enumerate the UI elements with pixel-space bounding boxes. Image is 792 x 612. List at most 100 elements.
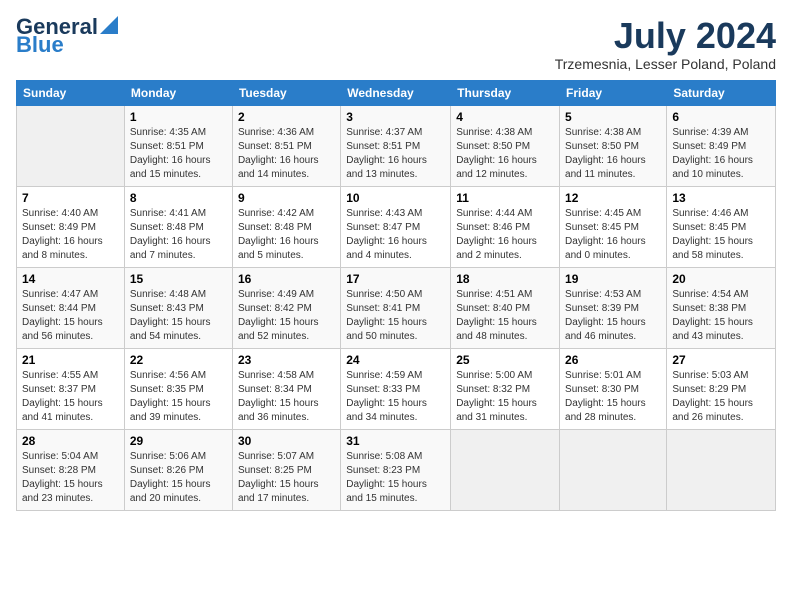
day-cell: 4 Sunrise: 4:38 AM Sunset: 8:50 PM Daylig…	[451, 105, 560, 186]
day-info: Sunrise: 4:42 AM Sunset: 8:48 PM Dayligh…	[238, 207, 335, 263]
day-info: Sunrise: 4:56 AM Sunset: 8:35 PM Dayligh…	[130, 369, 227, 425]
day-cell: 17 Sunrise: 4:50 AM Sunset: 8:41 PM Dayli…	[341, 267, 451, 348]
day-number: 6	[672, 110, 770, 124]
day-number: 30	[238, 434, 335, 448]
day-cell: 21 Sunrise: 4:55 AM Sunset: 8:37 PM Dayli…	[17, 348, 125, 429]
day-info: Sunrise: 4:40 AM Sunset: 8:49 PM Dayligh…	[22, 207, 119, 263]
day-cell: 24 Sunrise: 4:59 AM Sunset: 8:33 PM Dayli…	[341, 348, 451, 429]
day-info: Sunrise: 4:45 AM Sunset: 8:45 PM Dayligh…	[565, 207, 661, 263]
day-info: Sunrise: 4:38 AM Sunset: 8:50 PM Dayligh…	[565, 126, 661, 182]
day-info: Sunrise: 4:44 AM Sunset: 8:46 PM Dayligh…	[456, 207, 554, 263]
day-info: Sunrise: 5:00 AM Sunset: 8:32 PM Dayligh…	[456, 369, 554, 425]
day-number: 21	[22, 353, 119, 367]
day-number: 19	[565, 272, 661, 286]
logo-icon	[100, 16, 118, 34]
day-info: Sunrise: 4:38 AM Sunset: 8:50 PM Dayligh…	[456, 126, 554, 182]
day-info: Sunrise: 4:37 AM Sunset: 8:51 PM Dayligh…	[346, 126, 445, 182]
week-row-1: 1 Sunrise: 4:35 AM Sunset: 8:51 PM Daylig…	[17, 105, 776, 186]
day-info: Sunrise: 4:50 AM Sunset: 8:41 PM Dayligh…	[346, 288, 445, 344]
header-row: SundayMondayTuesdayWednesdayThursdayFrid…	[17, 80, 776, 105]
day-cell: 29Sunrise: 5:06 AM Sunset: 8:26 PM Dayli…	[124, 429, 232, 510]
day-number: 25	[456, 353, 554, 367]
day-cell: 14 Sunrise: 4:47 AM Sunset: 8:44 PM Dayli…	[17, 267, 125, 348]
day-number: 26	[565, 353, 661, 367]
day-info: Sunrise: 4:43 AM Sunset: 8:47 PM Dayligh…	[346, 207, 445, 263]
day-cell: 10 Sunrise: 4:43 AM Sunset: 8:47 PM Dayli…	[341, 186, 451, 267]
day-info: Sunrise: 4:58 AM Sunset: 8:34 PM Dayligh…	[238, 369, 335, 425]
day-number: 16	[238, 272, 335, 286]
day-cell: 16 Sunrise: 4:49 AM Sunset: 8:42 PM Dayli…	[232, 267, 340, 348]
day-number: 20	[672, 272, 770, 286]
day-number: 23	[238, 353, 335, 367]
day-number: 7	[22, 191, 119, 205]
title-area: July 2024 Trzemesnia, Lesser Poland, Pol…	[555, 16, 776, 72]
day-number: 15	[130, 272, 227, 286]
day-cell: 9Sunrise: 4:42 AM Sunset: 8:48 PM Daylig…	[232, 186, 340, 267]
day-number: 31	[346, 434, 445, 448]
day-info: Sunrise: 5:03 AM Sunset: 8:29 PM Dayligh…	[672, 369, 770, 425]
day-number: 1	[130, 110, 227, 124]
day-number: 22	[130, 353, 227, 367]
day-info: Sunrise: 4:47 AM Sunset: 8:44 PM Dayligh…	[22, 288, 119, 344]
day-cell: 5 Sunrise: 4:38 AM Sunset: 8:50 PM Daylig…	[560, 105, 667, 186]
day-cell: 27Sunrise: 5:03 AM Sunset: 8:29 PM Dayli…	[667, 348, 776, 429]
day-info: Sunrise: 5:04 AM Sunset: 8:28 PM Dayligh…	[22, 450, 119, 506]
col-header-monday: Monday	[124, 80, 232, 105]
col-header-wednesday: Wednesday	[341, 80, 451, 105]
day-cell: 22 Sunrise: 4:56 AM Sunset: 8:35 PM Dayli…	[124, 348, 232, 429]
day-number: 24	[346, 353, 445, 367]
week-row-5: 28 Sunrise: 5:04 AM Sunset: 8:28 PM Dayli…	[17, 429, 776, 510]
col-header-saturday: Saturday	[667, 80, 776, 105]
day-cell: 19 Sunrise: 4:53 AM Sunset: 8:39 PM Dayli…	[560, 267, 667, 348]
logo-blue: Blue	[16, 34, 64, 56]
day-info: Sunrise: 4:36 AM Sunset: 8:51 PM Dayligh…	[238, 126, 335, 182]
day-number: 11	[456, 191, 554, 205]
day-cell	[667, 429, 776, 510]
day-number: 28	[22, 434, 119, 448]
day-number: 10	[346, 191, 445, 205]
page-header: General Blue July 2024 Trzemesnia, Lesse…	[16, 16, 776, 72]
day-number: 18	[456, 272, 554, 286]
day-info: Sunrise: 4:39 AM Sunset: 8:49 PM Dayligh…	[672, 126, 770, 182]
day-number: 5	[565, 110, 661, 124]
col-header-friday: Friday	[560, 80, 667, 105]
day-info: Sunrise: 4:59 AM Sunset: 8:33 PM Dayligh…	[346, 369, 445, 425]
day-cell: 11 Sunrise: 4:44 AM Sunset: 8:46 PM Dayli…	[451, 186, 560, 267]
month-title: July 2024	[555, 16, 776, 56]
day-cell: 18 Sunrise: 4:51 AM Sunset: 8:40 PM Dayli…	[451, 267, 560, 348]
day-number: 13	[672, 191, 770, 205]
day-info: Sunrise: 5:08 AM Sunset: 8:23 PM Dayligh…	[346, 450, 445, 506]
day-cell: 6 Sunrise: 4:39 AM Sunset: 8:49 PM Daylig…	[667, 105, 776, 186]
day-cell: 13 Sunrise: 4:46 AM Sunset: 8:45 PM Dayli…	[667, 186, 776, 267]
day-number: 8	[130, 191, 227, 205]
day-info: Sunrise: 4:46 AM Sunset: 8:45 PM Dayligh…	[672, 207, 770, 263]
day-info: Sunrise: 5:07 AM Sunset: 8:25 PM Dayligh…	[238, 450, 335, 506]
day-info: Sunrise: 4:48 AM Sunset: 8:43 PM Dayligh…	[130, 288, 227, 344]
day-info: Sunrise: 5:06 AM Sunset: 8:26 PM Dayligh…	[130, 450, 227, 506]
day-cell: 31 Sunrise: 5:08 AM Sunset: 8:23 PM Dayli…	[341, 429, 451, 510]
day-cell: 7 Sunrise: 4:40 AM Sunset: 8:49 PM Daylig…	[17, 186, 125, 267]
day-cell: 2Sunrise: 4:36 AM Sunset: 8:51 PM Daylig…	[232, 105, 340, 186]
day-info: Sunrise: 4:51 AM Sunset: 8:40 PM Dayligh…	[456, 288, 554, 344]
day-cell: 26Sunrise: 5:01 AM Sunset: 8:30 PM Dayli…	[560, 348, 667, 429]
calendar-table: SundayMondayTuesdayWednesdayThursdayFrid…	[16, 80, 776, 511]
day-info: Sunrise: 4:35 AM Sunset: 8:51 PM Dayligh…	[130, 126, 227, 182]
week-row-2: 7 Sunrise: 4:40 AM Sunset: 8:49 PM Daylig…	[17, 186, 776, 267]
day-info: Sunrise: 4:53 AM Sunset: 8:39 PM Dayligh…	[565, 288, 661, 344]
day-cell: 30 Sunrise: 5:07 AM Sunset: 8:25 PM Dayli…	[232, 429, 340, 510]
day-info: Sunrise: 4:55 AM Sunset: 8:37 PM Dayligh…	[22, 369, 119, 425]
day-number: 17	[346, 272, 445, 286]
col-header-sunday: Sunday	[17, 80, 125, 105]
day-cell: 12Sunrise: 4:45 AM Sunset: 8:45 PM Dayli…	[560, 186, 667, 267]
day-cell: 3Sunrise: 4:37 AM Sunset: 8:51 PM Daylig…	[341, 105, 451, 186]
day-number: 4	[456, 110, 554, 124]
day-cell	[17, 105, 125, 186]
day-number: 14	[22, 272, 119, 286]
day-cell	[451, 429, 560, 510]
col-header-thursday: Thursday	[451, 80, 560, 105]
day-cell: 15 Sunrise: 4:48 AM Sunset: 8:43 PM Dayli…	[124, 267, 232, 348]
day-info: Sunrise: 4:49 AM Sunset: 8:42 PM Dayligh…	[238, 288, 335, 344]
location-title: Trzemesnia, Lesser Poland, Poland	[555, 56, 776, 72]
week-row-4: 21 Sunrise: 4:55 AM Sunset: 8:37 PM Dayli…	[17, 348, 776, 429]
day-cell: 23 Sunrise: 4:58 AM Sunset: 8:34 PM Dayli…	[232, 348, 340, 429]
